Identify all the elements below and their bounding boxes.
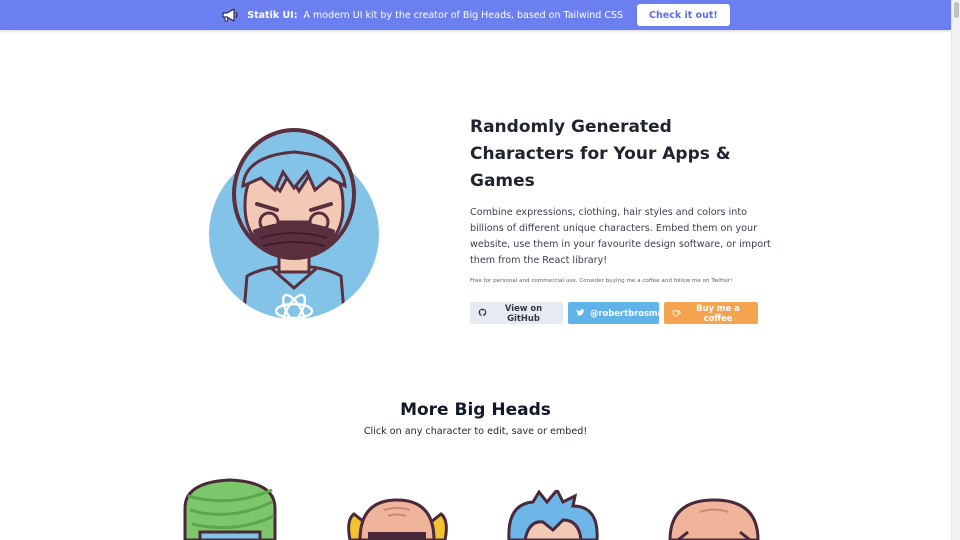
megaphone-icon xyxy=(221,8,241,22)
blue-hair-character[interactable] xyxy=(503,487,603,540)
buy-me-a-coffee-button[interactable]: Buy me a coffee xyxy=(664,302,758,324)
turban-character[interactable] xyxy=(180,478,280,540)
hero-button-row: View on GitHub @robertbrosma Buy me a co… xyxy=(470,302,780,324)
coffee-icon xyxy=(672,308,681,319)
more-section-title: More Big Heads xyxy=(400,400,551,420)
page-scrollbar[interactable] xyxy=(951,0,960,540)
github-icon xyxy=(478,308,487,319)
banner-message: A modern UI kit by the creator of Big He… xyxy=(303,9,624,21)
twitter-icon xyxy=(576,308,585,319)
banner-content: Statik UI: A modern UI kit by the creato… xyxy=(221,4,730,26)
github-button-label: View on GitHub xyxy=(504,303,543,323)
scrollbar-thumb[interactable] xyxy=(954,2,959,18)
banner-brand: Statik UI: xyxy=(247,9,298,21)
hero-content: Randomly Generated Characters for Your A… xyxy=(470,114,780,324)
coffee-button-label: Buy me a coffee xyxy=(696,303,740,323)
bald-character[interactable] xyxy=(664,498,764,540)
bald-glasses-character[interactable] xyxy=(340,496,455,540)
twitter-button[interactable]: @robertbrosma xyxy=(568,302,663,324)
hero-avatar xyxy=(205,126,383,324)
announcement-banner: Statik UI: A modern UI kit by the creato… xyxy=(0,0,951,30)
hero-description: Combine expressions, clothing, hair styl… xyxy=(470,207,771,266)
twitter-button-label: @robertbrosma xyxy=(590,308,664,318)
check-it-out-button[interactable]: Check it out! xyxy=(637,4,730,26)
more-section-subtitle: Click on any character to edit, save or … xyxy=(363,426,588,437)
hero-title: Randomly Generated Characters for Your A… xyxy=(470,117,731,191)
view-on-github-button[interactable]: View on GitHub xyxy=(470,302,563,324)
hero-note: Free for personal and commercial use. Co… xyxy=(470,278,733,284)
